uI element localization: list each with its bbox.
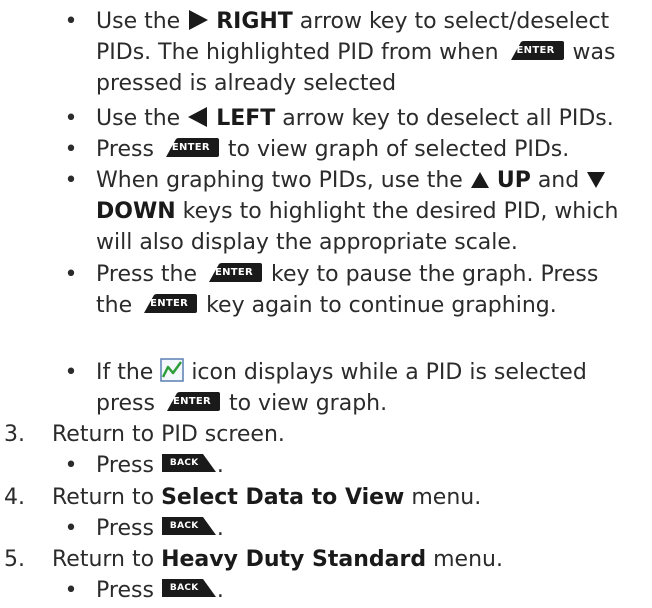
step-bold-text: Select Data to View [161,485,405,510]
enter-key-icon: ENTER [508,41,564,60]
step-4-text: Return to Select Data to View menu. [52,482,481,513]
text: Press the [96,262,204,287]
text: keys to highlight the desired PID, which [175,199,619,224]
bullet-6-line-1: If the icon displays while a PID is sele… [96,357,652,388]
step-number: 4. [4,485,25,510]
step-4-sub: Press BACK. [96,516,224,541]
text: When graphing two PIDs, use the [96,168,470,193]
text: press [96,391,162,416]
step-bold-text: Heavy Duty Standard [161,547,427,572]
sub-bullet: • [64,453,78,478]
bullet-2: Use the LEFT arrow key to deselect all P… [96,103,652,134]
text: icon displays while a PID is selected [184,360,587,385]
enter-key-label: ENTER [171,142,210,153]
text: and [530,168,587,193]
enter-key-label: ENTER [150,298,189,309]
back-key-label: BACK [169,521,199,531]
back-key-label: BACK [169,583,199,593]
step-5-sub: Press BACK. [96,578,224,603]
text: If the [96,360,161,385]
text: menu. [426,547,503,572]
enter-key-icon: ENTER [164,392,220,411]
bullet: • [64,360,78,385]
text: key again to continue graphing. [199,293,557,318]
enter-key-icon: ENTER [163,138,219,157]
text: Return to [52,547,162,572]
bullet: • [64,9,78,34]
bullet: • [64,168,78,193]
bullet-4-line-2: DOWN keys to highlight the desired PID, … [96,196,652,227]
text: to view graph of selected PIDs. [220,137,570,162]
back-key-icon: BACK [161,454,216,472]
enter-key-label: ENTER [214,267,254,278]
text: key to pause the graph. Press [264,262,599,287]
bullet-4-line-1: When graphing two PIDs, use the UP and [96,165,652,196]
sub-bullet: • [64,578,78,603]
bullet: • [64,137,78,162]
text: Return to PID screen. [52,422,285,447]
step-3-text: Return to PID screen. [52,419,285,450]
text: Press [96,578,161,603]
down-key-label: DOWN [96,199,176,224]
text: was [565,40,616,65]
text: arrow key to deselect all PIDs. [275,106,614,131]
left-key-label: LEFT [216,106,276,131]
step-3-sub: Press BACK. [96,453,224,478]
graph-icon [160,358,185,382]
enter-key-label: ENTER [172,396,212,407]
text: Use the [96,9,188,34]
text: menu. [404,485,482,510]
step-5-text: Return to Heavy Duty Standard menu. [52,544,503,575]
text: Press [96,453,161,478]
step-number: 5. [4,547,25,572]
text: Press [96,137,161,162]
text: arrow key to select/deselect [292,9,610,34]
text: the [96,293,140,318]
sub-bullet: • [64,516,78,541]
right-key-label: RIGHT [216,9,293,34]
bullet-1-line-2: PIDs. The highlighted PID from when ENTE… [96,37,652,68]
text: Use the [96,106,188,131]
text: to view graph. [221,391,388,416]
bullet-5-line-1: Press the ENTER key to pause the graph. … [96,259,652,290]
bullet: • [64,106,78,131]
bullet-4-line-3: will also display the appropriate scale. [96,230,518,255]
back-key-icon: BACK [161,517,216,535]
bullet-3: Press ENTER to view graph of selected PI… [96,134,652,165]
back-key-icon: BACK [161,579,216,597]
back-key-label: BACK [169,458,199,468]
left-arrow-icon [188,107,208,127]
bullet-1-line-3: pressed is already selected [96,71,397,96]
right-arrow-icon [189,10,209,30]
enter-key-icon: ENTER [206,263,262,282]
bullet-1-line-1: Use the RIGHT arrow key to select/desele… [96,6,652,37]
bullet: • [64,262,78,287]
bullet-6-line-2: press ENTER to view graph. [96,388,652,419]
text: Return to [52,485,162,510]
up-arrow-icon [470,172,489,188]
up-key-label: UP [496,168,531,193]
bullet-5-line-2: the ENTER key again to continue graphing… [96,290,652,321]
down-arrow-icon [587,172,606,188]
enter-key-icon: ENTER [141,294,198,313]
text: PIDs. The highlighted PID from when [96,40,506,65]
enter-key-label: ENTER [516,45,555,56]
step-number: 3. [4,422,25,447]
text: Press [96,516,161,541]
